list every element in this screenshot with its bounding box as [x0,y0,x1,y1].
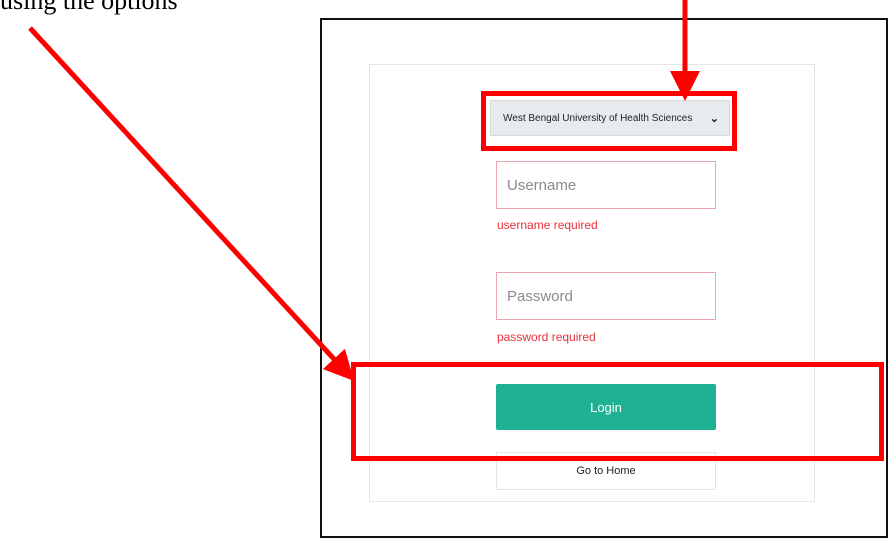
arrow-to-login [28,26,355,382]
username-placeholder: Username [507,176,577,194]
select-highlight-box [481,91,737,151]
username-input[interactable]: Username [496,161,716,209]
login-highlight-box [351,362,884,461]
username-error: username required [497,218,598,232]
password-placeholder: Password [507,287,573,305]
password-error: password required [497,330,596,344]
password-input[interactable]: Password [496,272,716,320]
annotation-caption: using the options [0,0,178,15]
